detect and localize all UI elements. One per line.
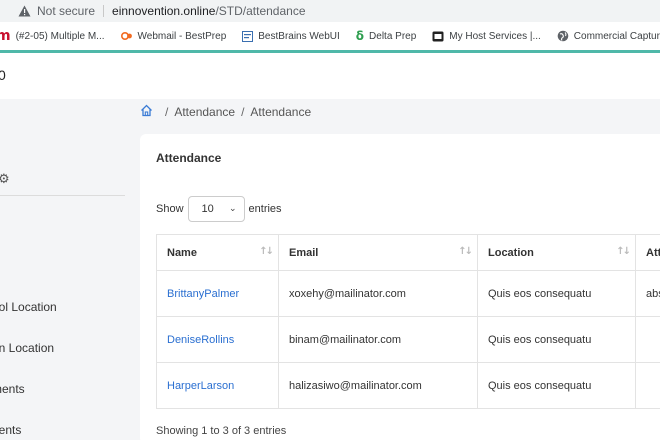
sidebar-item-assign-location[interactable]: gn Location [0, 341, 54, 355]
sort-icon: ↑↓ [458, 246, 473, 257]
webmail-icon [120, 31, 133, 41]
address-separator [103, 5, 105, 17]
app-logo-fragment[interactable]: 0 [0, 67, 6, 83]
column-header-location[interactable]: Location ↑↓ [477, 234, 636, 271]
bookmark-bestbrains[interactable]: BestBrains WebUI [242, 30, 340, 42]
home-icon[interactable] [140, 104, 153, 120]
bookmarks-bar: m (#2-05) Multiple M... Webmail - BestPr… [0, 22, 660, 50]
column-header-attendance[interactable]: Att [635, 234, 660, 271]
app-header: 0 [0, 53, 660, 99]
student-name-link[interactable]: HarperLarson [156, 362, 279, 409]
column-header-name[interactable]: Name ↑↓ [156, 234, 279, 271]
table-header-row: Name ↑↓ Email ↑↓ Location ↑↓ Att [156, 234, 660, 271]
student-location: Quis eos consequatu [477, 316, 636, 363]
chevron-down-icon: ⌄ [228, 204, 237, 214]
host-icon [432, 31, 444, 42]
breadcrumb-separator: / [165, 105, 169, 119]
sidebar-item-assignments[interactable]: ments [0, 382, 25, 396]
m-logo-icon: m [0, 28, 11, 44]
bookmark-label: Delta Prep [369, 30, 417, 42]
security-label[interactable]: Not secure [37, 4, 95, 18]
student-name-link[interactable]: DeniseRollins [156, 316, 279, 363]
entries-select[interactable]: 10 ⌄ [187, 196, 245, 222]
bookmark-commercial[interactable]: Commercial Captur... [557, 30, 660, 42]
warning-icon [18, 5, 31, 17]
url-path[interactable]: /STD/attendance [215, 4, 305, 18]
table-row: DeniseRollins binam@mailinator.com Quis … [156, 316, 660, 363]
sidebar-item-school-location[interactable]: ool Location [0, 300, 57, 314]
student-attendance [635, 362, 660, 409]
breadcrumb-item-attendance[interactable]: Attendance [174, 105, 235, 119]
student-email: halizasiwo@mailinator.com [278, 362, 478, 409]
sort-icon: ↑↓ [259, 246, 274, 257]
gear-icon[interactable]: ⚙ [0, 172, 10, 187]
breadcrumb: / Attendance / Attendance [140, 104, 311, 120]
bestbrains-icon [242, 30, 254, 42]
table-row: BrittanyPalmer xoxehy@mailinator.com Qui… [156, 270, 660, 317]
bookmark-label: Commercial Captur... [573, 30, 660, 42]
column-header-email[interactable]: Email ↑↓ [278, 234, 478, 271]
bookmark-label: (#2-05) Multiple M... [15, 30, 105, 42]
show-label: Show [156, 203, 184, 215]
table-row: HarperLarson halizasiwo@mailinator.com Q… [156, 362, 660, 409]
entries-select-value: 10 [201, 203, 214, 215]
student-attendance: abs [635, 270, 660, 317]
student-location: Quis eos consequatu [477, 362, 636, 409]
breadcrumb-item-current: Attendance [250, 105, 312, 119]
sidebar-item-students[interactable]: dents [0, 423, 21, 437]
bookmark-webmail[interactable]: Webmail - BestPrep [120, 30, 227, 42]
bookmark-label: Webmail - BestPrep [137, 30, 227, 42]
attendance-table: Name ↑↓ Email ↑↓ Location ↑↓ Att BrittanyPa… [156, 234, 660, 409]
student-name-link[interactable]: BrittanyPalmer [156, 270, 279, 317]
student-attendance [635, 316, 660, 363]
student-email: binam@mailinator.com [278, 316, 478, 363]
sort-icon: ↑↓ [616, 246, 631, 257]
student-email: xoxehy@mailinator.com [278, 270, 478, 317]
sidebar-divider [0, 195, 125, 196]
bookmark-label: BestBrains WebUI [258, 30, 340, 42]
bookmark-delta-prep[interactable]: δ Delta Prep [356, 29, 417, 43]
table-info-text: Showing 1 to 3 of 3 entries [156, 425, 287, 437]
url-host[interactable]: einnovention.online [112, 4, 215, 18]
bookmark-label: My Host Services |... [449, 30, 541, 42]
address-bar[interactable]: Not secure einnovention.online/STD/atten… [0, 0, 660, 22]
attendance-card: Attendance Show 10 ⌄ entries Name ↑↓ Emai… [140, 134, 660, 440]
globe-icon [557, 30, 569, 42]
breadcrumb-separator: / [241, 105, 245, 119]
entries-label: entries [248, 203, 282, 215]
delta-icon: δ [355, 29, 365, 43]
entries-length-control: Show 10 ⌄ entries [156, 196, 282, 222]
student-location: Quis eos consequatu [477, 270, 636, 317]
bookmark-host-services[interactable]: My Host Services |... [432, 31, 541, 42]
bookmark-multiple-m[interactable]: m (#2-05) Multiple M... [0, 28, 105, 44]
sidebar: ⚙ f ool Location gn Location ments dents [0, 99, 138, 440]
card-title: Attendance [156, 151, 222, 165]
